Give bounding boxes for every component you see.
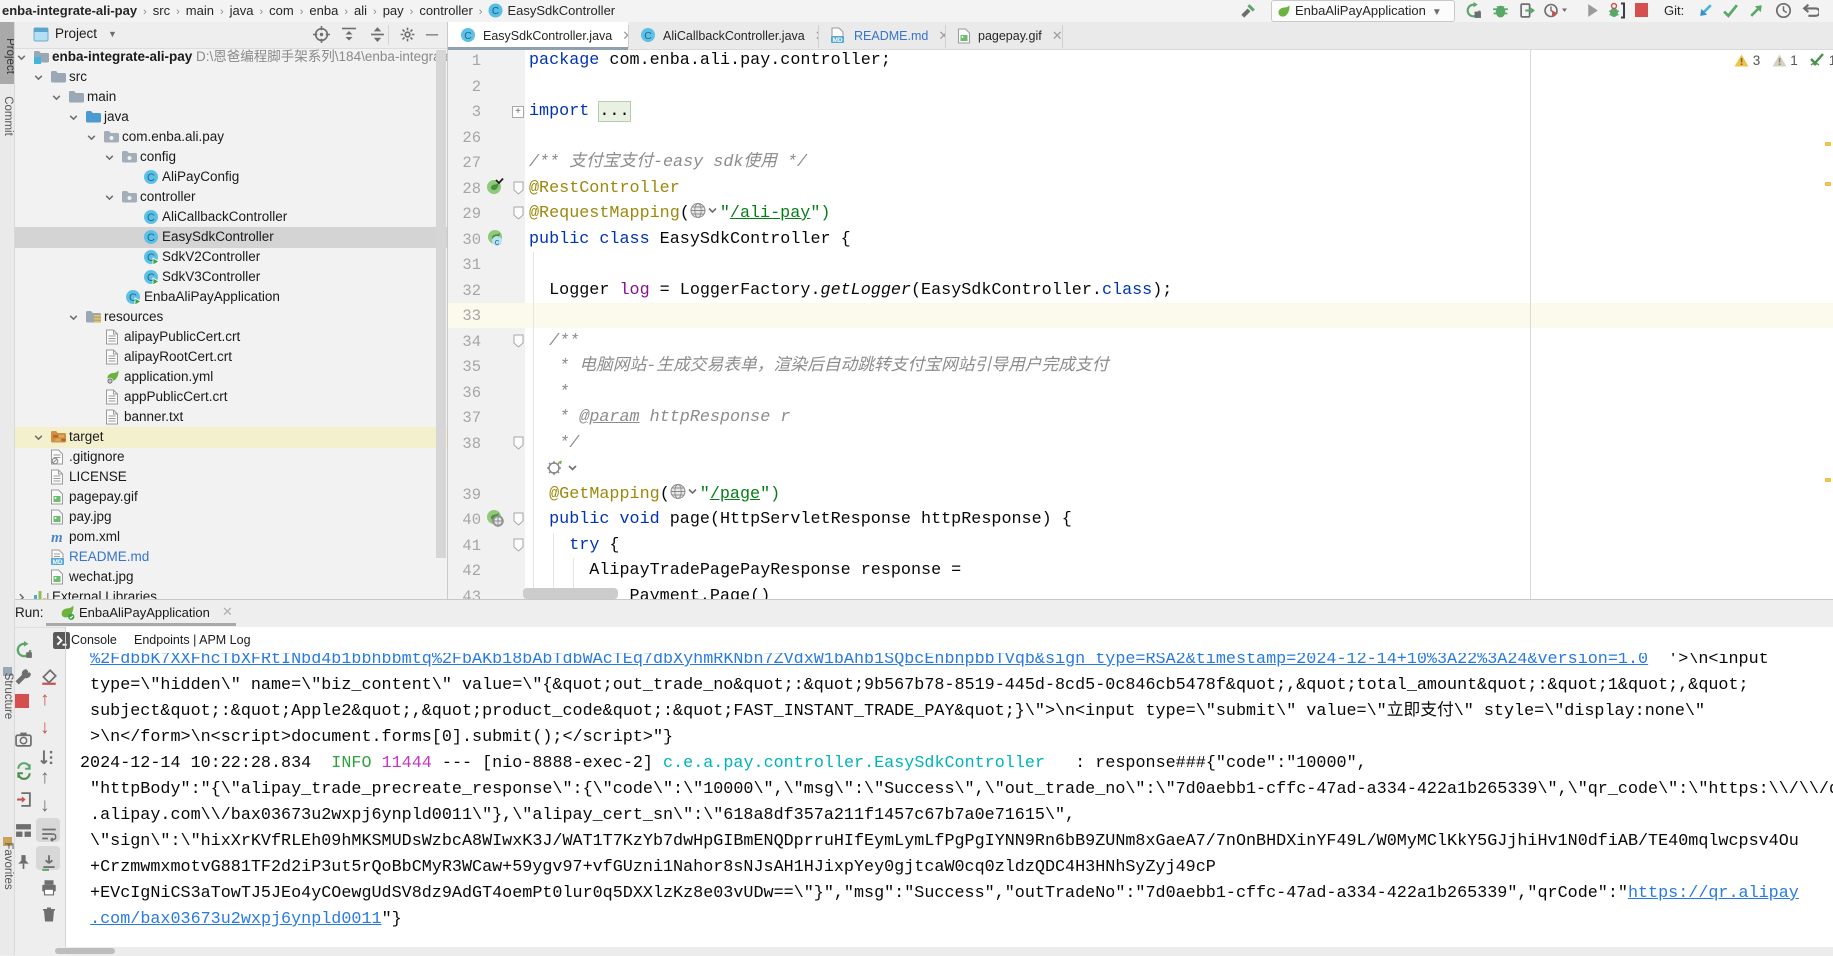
svg-text:C: C	[644, 30, 652, 42]
svg-text:C: C	[147, 212, 155, 224]
svg-text:MD: MD	[52, 559, 62, 566]
svg-text:C: C	[147, 232, 155, 244]
svg-text:MD: MD	[832, 37, 842, 44]
svg-text:m: m	[51, 530, 63, 545]
svg-text:C: C	[492, 6, 499, 17]
svg-text:C: C	[147, 172, 155, 184]
svg-text:c: c	[495, 237, 500, 247]
svg-text:C: C	[464, 30, 472, 42]
